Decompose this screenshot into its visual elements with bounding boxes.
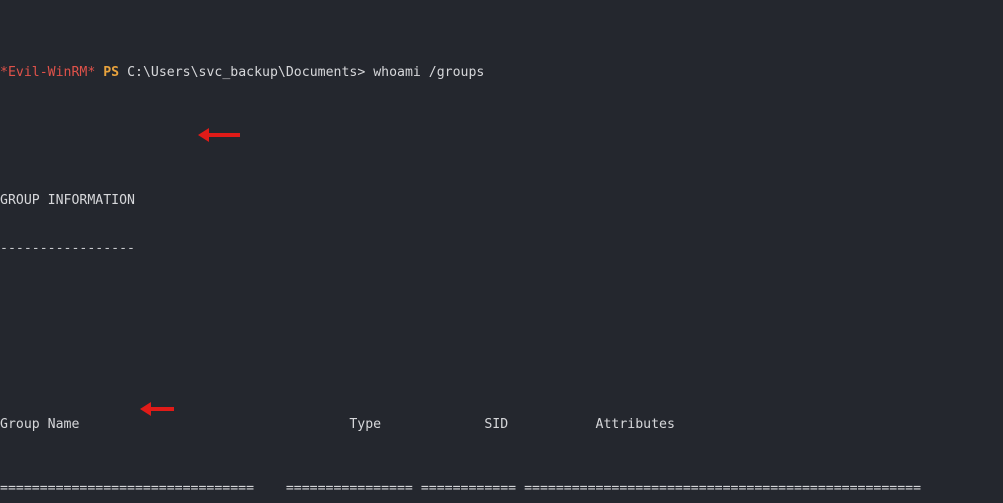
terminal-screen: *Evil-WinRM* PS C:\Users\svc_backup\Docu… [0,1,977,503]
prompt-marker: *Evil-WinRM* [0,65,96,80]
group-col-header-sid: SID [484,417,509,432]
group-rule-type: ================ [285,481,413,496]
prompt-line-groups: *Evil-WinRM* PS C:\Users\svc_backup\Docu… [0,65,977,81]
group-col-header-attributes: Attributes [595,417,675,432]
prompt-path: C:\Users\svc_backup\Documents> [127,65,366,80]
group-rule-sid: ============ [420,481,517,496]
group-table-rule-row: ================================ =======… [0,481,977,497]
group-col-header-type: Type [349,417,382,432]
prompt-shell: PS [103,65,120,80]
spacer-2 [0,305,977,321]
spacer-3 [0,353,977,369]
group-rule-attributes: ========================================… [524,481,922,496]
group-information-underline: ----------------- [0,241,135,256]
group-rule-name: ================================ [0,481,255,496]
terminal-window: *Evil-WinRM* PS C:\Users\svc_backup\Docu… [0,0,1003,503]
group-col-header-name: Group Name [0,417,80,432]
prompt-space2 [119,65,127,80]
group-table-header-row: Group Name Type SID Attributes [0,417,977,433]
command-groups: whoami /groups [365,65,485,80]
group-information-heading: GROUP INFORMATION [0,193,135,208]
spacer-1 [0,129,977,145]
